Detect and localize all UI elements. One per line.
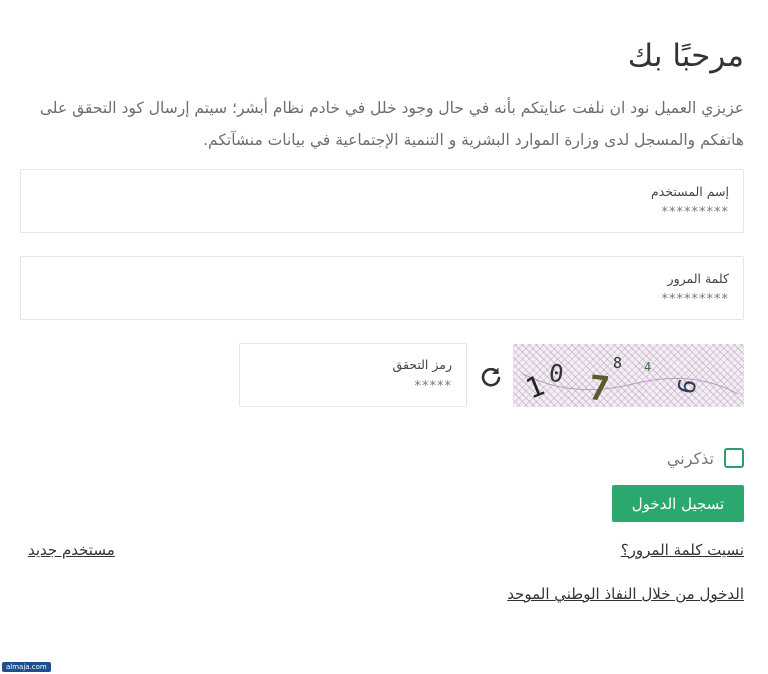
remember-me[interactable]: تذكرني xyxy=(667,446,744,470)
username-label: إسم المستخدم xyxy=(650,184,729,199)
password-label: كلمة المرور xyxy=(667,271,729,286)
remember-checkbox[interactable] xyxy=(724,448,744,468)
captcha-digit: 8 xyxy=(613,354,622,372)
watermark-logo: almaja.com xyxy=(2,662,51,672)
captcha-field[interactable]: رمز التحقق ***** xyxy=(239,343,467,407)
nafath-login-link[interactable]: الدخول من خلال النفاذ الوطني الموحد xyxy=(507,585,744,603)
new-user-link[interactable]: مستخدم جديد xyxy=(28,541,115,559)
captcha-value[interactable]: ***** xyxy=(415,379,453,394)
captcha-label: رمز التحقق xyxy=(392,357,452,372)
username-value[interactable]: ********* xyxy=(662,205,730,220)
password-value[interactable]: ********* xyxy=(662,292,730,307)
captcha-digit: 0 xyxy=(547,359,565,389)
login-button[interactable]: تسجيل الدخول xyxy=(612,485,744,522)
refresh-icon xyxy=(481,367,501,387)
refresh-captcha-button[interactable] xyxy=(478,364,504,390)
captcha-digit: 7 xyxy=(587,368,612,407)
forgot-password-link[interactable]: نسيت كلمة المرور؟ xyxy=(621,541,744,559)
page-title: مرحبًا بك xyxy=(627,38,744,74)
password-field[interactable]: كلمة المرور ********* xyxy=(20,256,744,320)
captcha-digit: 6 xyxy=(672,376,703,397)
username-field[interactable]: إسم المستخدم ********* xyxy=(20,169,744,233)
remember-label: تذكرني xyxy=(666,448,714,468)
captcha-digit: 1 xyxy=(521,369,549,406)
intro-notice: عزيزي العميل نود ان نلفت عنايتكم بأنه في… xyxy=(39,99,744,149)
captcha-digit: 4 xyxy=(644,360,651,374)
captcha-image: 1 0 7 8 4 6 xyxy=(513,344,744,410)
